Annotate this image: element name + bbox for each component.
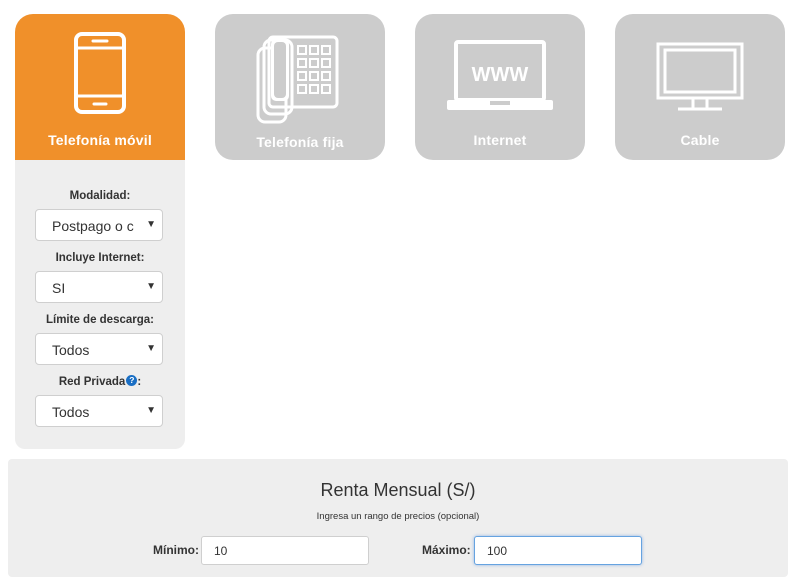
- filter-panel: Modalidad: Postpago o c ▼ Incluye Intern…: [15, 160, 185, 449]
- modalidad-value: Postpago o c: [52, 218, 134, 234]
- red-privada-colon: :: [137, 376, 142, 388]
- limite-descarga-select[interactable]: Todos ▼: [35, 333, 163, 365]
- chevron-down-icon: ▼: [146, 343, 156, 354]
- red-privada-value: Todos: [52, 404, 90, 420]
- tab-telefonia-fija[interactable]: Telefonía fija: [215, 14, 385, 160]
- incluye-internet-value: SI: [52, 280, 66, 296]
- modalidad-select[interactable]: Postpago o c ▼: [35, 209, 163, 241]
- chevron-down-icon: ▼: [146, 281, 156, 292]
- tv-monitor-icon: [615, 42, 785, 112]
- red-privada-text: Red Privada: [58, 376, 126, 388]
- tab-label: Telefonía fija: [256, 134, 344, 150]
- tab-internet[interactable]: WWW Internet: [415, 14, 585, 160]
- red-privada-label: Red Privada?:: [15, 375, 185, 388]
- price-title: Renta Mensual (S/): [320, 480, 476, 500]
- price-subtitle: Ingresa un rango de precios (opcional): [316, 511, 480, 522]
- red-privada-select[interactable]: Todos ▼: [35, 395, 163, 427]
- chevron-down-icon: ▼: [146, 405, 156, 416]
- help-icon[interactable]: ?: [126, 375, 138, 387]
- svg-text:WWW: WWW: [472, 64, 529, 86]
- incluye-internet-label: Incluye Internet:: [55, 252, 145, 264]
- desk-phone-icon: [215, 34, 385, 130]
- chevron-down-icon: ▼: [146, 219, 156, 230]
- tab-label: Cable: [680, 132, 720, 148]
- tab-cable[interactable]: Cable: [615, 14, 785, 160]
- tab-label: Internet: [473, 132, 527, 148]
- limite-descarga-label: Límite de descarga:: [45, 314, 154, 326]
- incluye-internet-select[interactable]: SI ▼: [35, 271, 163, 303]
- tab-telefonia-movil[interactable]: Telefonía móvil: [15, 14, 185, 160]
- limite-descarga-value: Todos: [52, 342, 90, 358]
- min-price-input[interactable]: [201, 536, 369, 565]
- max-label: Máximo:: [422, 543, 471, 557]
- laptop-www-icon: WWW: [415, 40, 585, 112]
- max-price-input[interactable]: [474, 536, 642, 565]
- mobile-phone-icon: [15, 32, 185, 114]
- price-range-panel: Renta Mensual (S/) Ingresa un rango de p…: [8, 459, 788, 577]
- min-label: Mínimo:: [153, 543, 199, 557]
- modalidad-label: Modalidad:: [69, 190, 131, 202]
- tab-label: Telefonía móvil: [48, 132, 152, 148]
